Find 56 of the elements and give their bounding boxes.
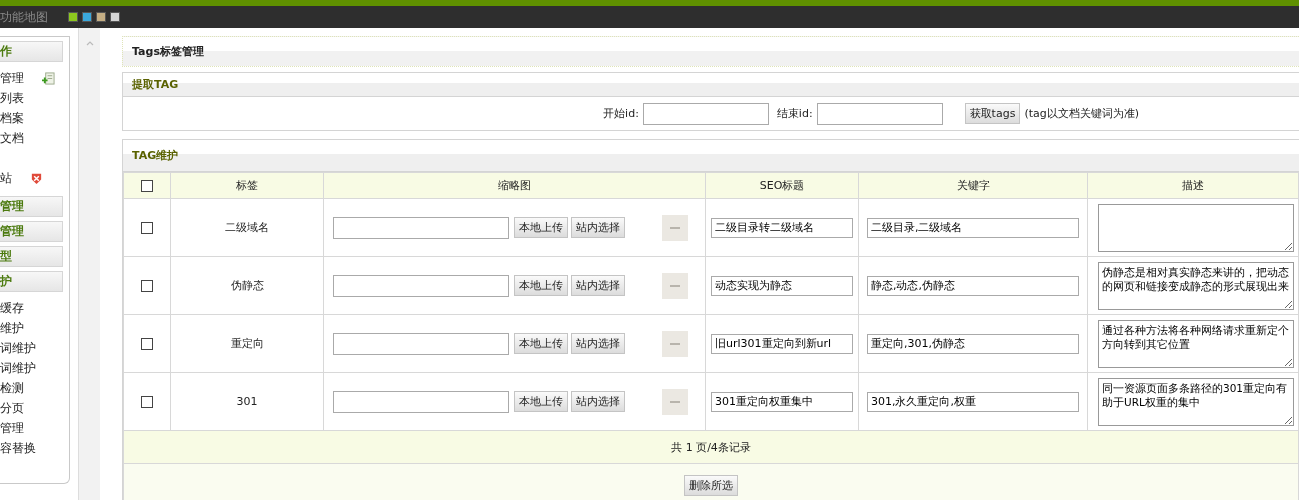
description-field[interactable]: 通过各种方法将各种网络请求重新定个方向转到其它位置	[1098, 319, 1294, 368]
sidebar-item[interactable]: 维护	[0, 319, 24, 337]
upload-button[interactable]: 本地上传	[514, 217, 568, 238]
sidebar-item[interactable]: 档案	[0, 109, 24, 127]
upload-button[interactable]: 本地上传	[514, 391, 568, 412]
pager-text: 共 1 页/4条记录	[671, 440, 751, 454]
panel-title: TAG维护	[132, 148, 179, 163]
browse-button[interactable]: 站内选择	[571, 275, 625, 296]
keywords-field[interactable]: 重定向,301,伪静态	[867, 333, 1079, 354]
seo-title-field[interactable]: 旧url301重定向到新url	[711, 333, 853, 354]
tag-cell: 二级域名	[170, 198, 324, 257]
seo-title-field[interactable]: 301重定向权重集中	[711, 391, 853, 412]
sidebar-section-header[interactable]: 管理	[0, 221, 63, 242]
seo-title-field[interactable]: 二级目录转二级域名	[711, 217, 853, 238]
sidebar-item[interactable]: 列表	[0, 89, 24, 107]
column-header: SEO标题	[705, 172, 859, 199]
sidebar-section-header[interactable]: 型	[0, 246, 63, 267]
sidebar-item[interactable]: 文档	[0, 129, 24, 147]
sidebar-item[interactable]: 词维护	[0, 359, 36, 377]
sidebar-section-header[interactable]: 管理	[0, 196, 63, 217]
upload-button[interactable]: 本地上传	[514, 275, 568, 296]
column-header: 标签	[170, 172, 324, 199]
column-header: 描述	[1087, 172, 1299, 199]
tag-cell: 重定向	[170, 314, 324, 373]
browse-button[interactable]: 站内选择	[571, 391, 625, 412]
field-label: 结束id:	[776, 106, 813, 121]
tag-cell: 伪静态	[170, 256, 324, 315]
sidebar-item[interactable]: 管理	[0, 419, 24, 437]
sidebar-item[interactable]: 管理	[0, 69, 24, 87]
hint-text: (tag以文档关键词为准)	[1024, 106, 1139, 121]
tag-cell: 301	[170, 372, 324, 431]
column-header: 关键字	[858, 172, 1088, 199]
sidebar-item[interactable]: 检测	[0, 379, 24, 397]
seo-title-field[interactable]: 动态实现为静态	[711, 275, 853, 296]
keywords-field[interactable]: 二级目录,二级域名	[867, 217, 1079, 238]
sidebar-item[interactable]: 容替换	[0, 439, 36, 457]
sidebar-item[interactable]: 词维护	[0, 339, 36, 357]
fetch-tags-button[interactable]: 获取tags	[964, 103, 1021, 124]
keywords-field[interactable]: 静态,动态,伪静态	[867, 275, 1079, 296]
sidebar-section-header[interactable]: 作	[0, 41, 63, 62]
panel-title: 提取TAG	[132, 77, 179, 92]
browse-button[interactable]: 站内选择	[571, 217, 625, 238]
sidebar-item[interactable]: 分页	[0, 399, 24, 417]
keywords-field[interactable]: 301,永久重定向,权重	[867, 391, 1079, 412]
page-title: Tags标签管理	[132, 44, 204, 59]
field-label: 开始id:	[603, 106, 639, 121]
sidebar-item[interactable]: 缓存	[0, 299, 24, 317]
sidebar-section-header[interactable]: 护	[0, 271, 63, 292]
sidebar-item[interactable]: 站	[0, 169, 12, 187]
delete-selected-button[interactable]: 删除所选	[684, 474, 738, 496]
sitemap-link[interactable]: 功能地图	[0, 8, 48, 26]
description-field[interactable]: 伪静态是相对真实静态来讲的，把动态的网页和链接变成静态的形式展现出来	[1098, 261, 1294, 310]
browse-button[interactable]: 站内选择	[571, 333, 625, 354]
description-field[interactable]: 同一资源页面多条路径的301重定向有助于URL权重的集中	[1098, 377, 1294, 426]
column-header: 缩略图	[323, 172, 706, 199]
upload-button[interactable]: 本地上传	[514, 333, 568, 354]
